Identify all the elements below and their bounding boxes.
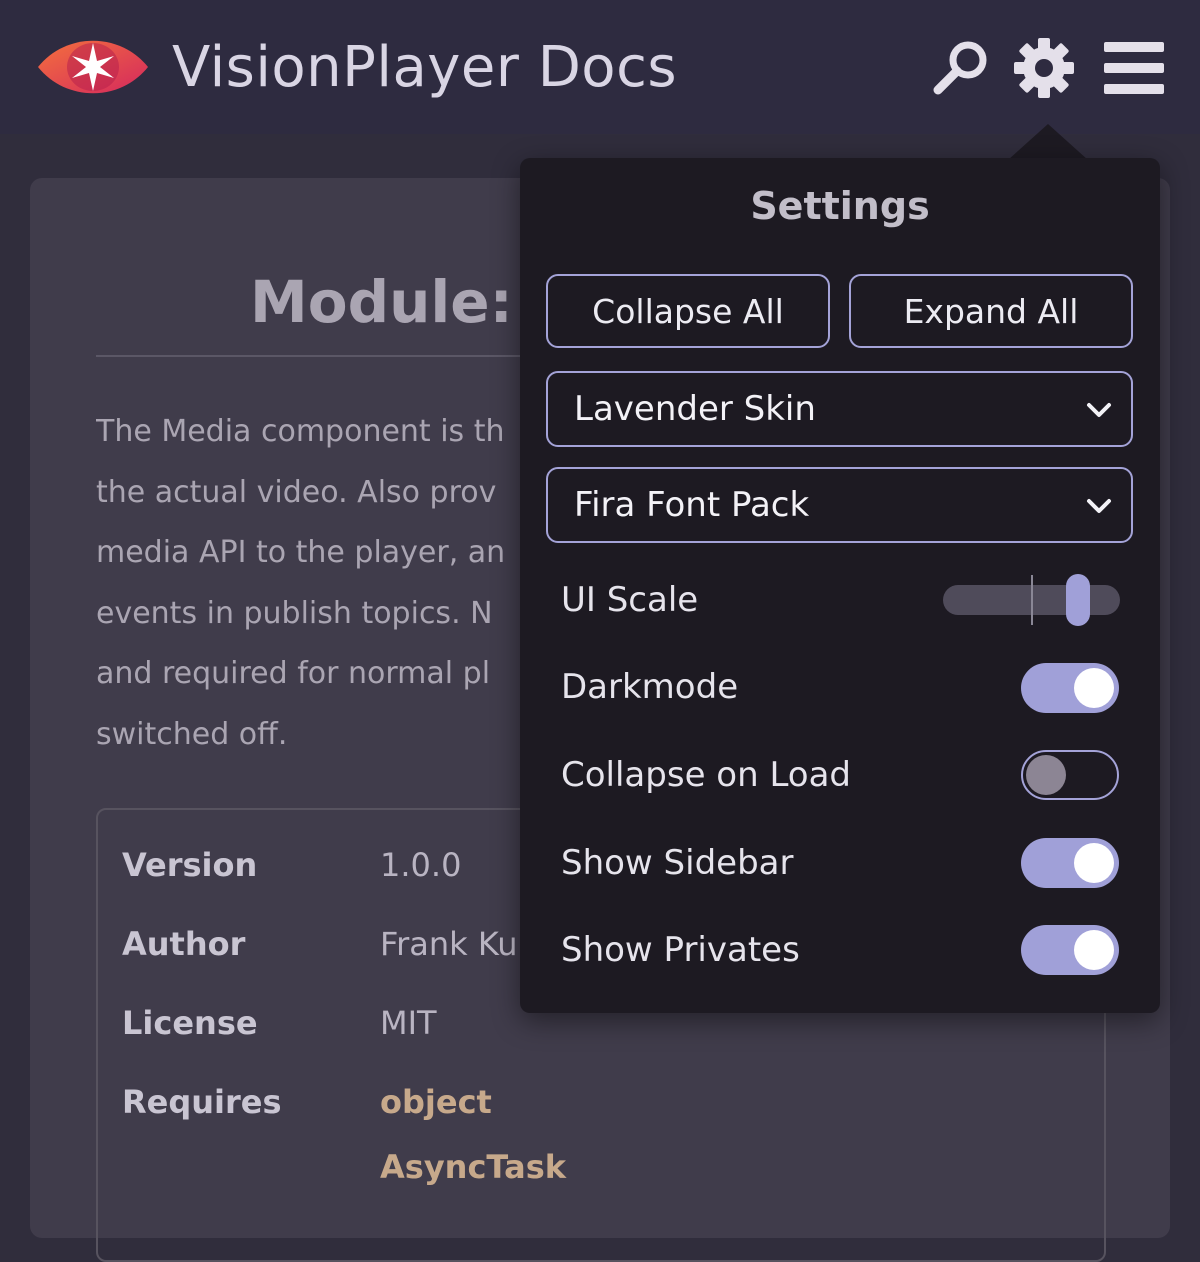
toggle-label-show-sidebar: Show Sidebar	[561, 843, 794, 883]
description-line: the actual video. Also prov	[96, 474, 497, 510]
settings-popover-arrow	[1008, 124, 1088, 160]
expand-all-button[interactable]: Expand All	[849, 274, 1133, 348]
eye-star-logo-icon[interactable]	[36, 30, 150, 104]
meta-value-author: Frank Ku	[380, 925, 518, 963]
toggle-label-show-privates: Show Privates	[561, 930, 800, 970]
meta-value-license: MIT	[380, 1004, 437, 1042]
show-privates-toggle[interactable]	[1021, 925, 1119, 975]
toggle-knob	[1074, 930, 1114, 970]
description-line: events in publish topics. N	[96, 595, 493, 631]
font-pack-select[interactable]: Fira Font Pack	[546, 467, 1133, 543]
show-sidebar-toggle[interactable]	[1021, 838, 1119, 888]
darkmode-toggle[interactable]	[1021, 663, 1119, 713]
slider-thumb[interactable]	[1066, 574, 1090, 626]
toggle-label-collapse-on-load: Collapse on Load	[561, 755, 852, 795]
top-bar: VisionPlayer Docs	[0, 0, 1200, 134]
ui-scale-slider[interactable]	[943, 574, 1120, 626]
slider-default-tick	[1031, 575, 1033, 625]
meta-key-license: License	[122, 1004, 258, 1042]
collapse-all-button[interactable]: Collapse All	[546, 274, 830, 348]
skin-select-value: Lavender Skin	[574, 389, 816, 429]
meta-key-author: Author	[122, 925, 246, 963]
font-pack-select-value: Fira Font Pack	[574, 485, 810, 525]
description-line: switched off.	[96, 716, 288, 752]
toggle-label-darkmode: Darkmode	[561, 667, 739, 707]
meta-value-version: 1.0.0	[380, 846, 462, 884]
chevron-down-icon	[1087, 403, 1111, 417]
collapse-on-load-toggle[interactable]	[1021, 750, 1119, 800]
skin-select[interactable]: Lavender Skin	[546, 371, 1133, 447]
toggle-knob	[1074, 668, 1114, 708]
requires-link-object[interactable]: object	[380, 1077, 492, 1127]
app-title[interactable]: VisionPlayer Docs	[172, 28, 677, 108]
requires-link-asynctask[interactable]: AsyncTask	[380, 1142, 566, 1192]
module-description: The Media component is th the actual vid…	[96, 402, 536, 765]
search-icon[interactable]	[930, 36, 994, 100]
meta-key-requires: Requires	[122, 1083, 282, 1121]
description-line: and required for normal pl	[96, 656, 491, 691]
description-line: media API to the player, an	[96, 535, 506, 570]
settings-title: Settings	[750, 184, 930, 228]
ui-scale-label: UI Scale	[561, 580, 699, 620]
description-line: The Media component is th	[96, 414, 505, 449]
gear-icon[interactable]	[1012, 36, 1076, 100]
meta-key-version: Version	[122, 846, 258, 884]
chevron-down-icon	[1087, 499, 1111, 513]
toggle-knob	[1026, 755, 1066, 795]
toggle-knob	[1074, 843, 1114, 883]
hamburger-menu-icon[interactable]	[1102, 36, 1166, 100]
